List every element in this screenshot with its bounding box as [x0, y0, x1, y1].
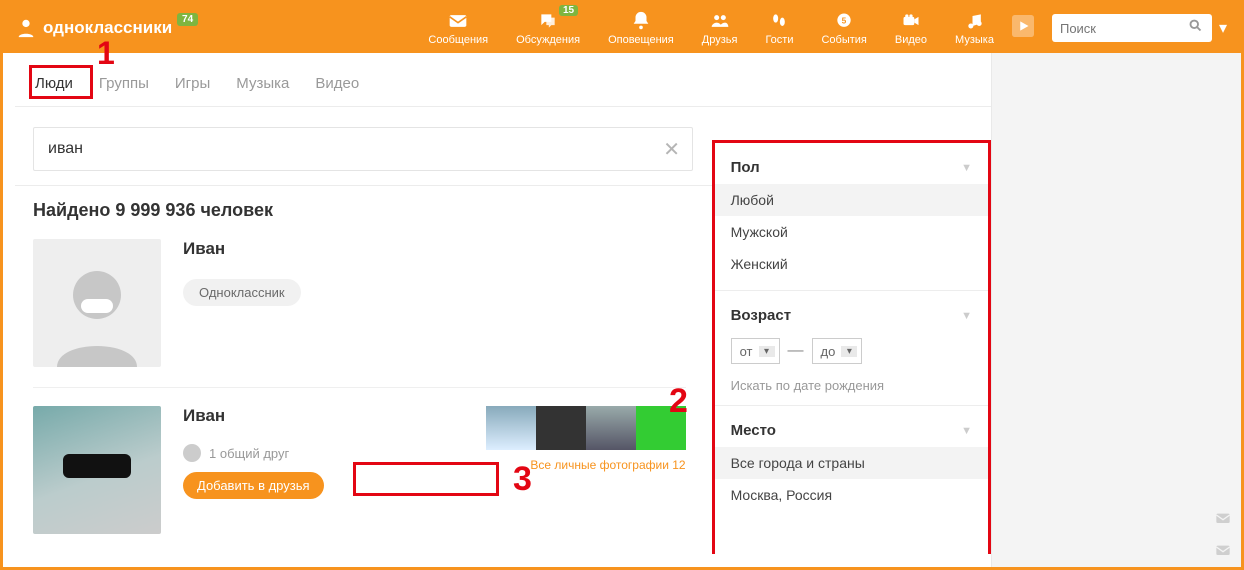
- main-search-box: ✕: [33, 127, 693, 171]
- filter-place-moscow[interactable]: Москва, Россия: [731, 479, 972, 511]
- result-card: Иван Одноклассник: [33, 233, 686, 388]
- play-icon[interactable]: [1012, 15, 1034, 42]
- chat-icon: [534, 10, 562, 32]
- nav-friends[interactable]: Друзья: [702, 10, 738, 46]
- photo-thumb[interactable]: [536, 406, 586, 450]
- chevron-down-icon: ▼: [961, 310, 972, 322]
- avatar[interactable]: [33, 406, 161, 534]
- friends-icon: [706, 10, 734, 32]
- avatar-placeholder[interactable]: [33, 239, 161, 367]
- chevron-down-icon: ▼: [961, 425, 972, 437]
- nav-events[interactable]: 5 События: [821, 10, 866, 46]
- add-friend-button[interactable]: Добавить в друзья: [183, 472, 324, 499]
- photo-thumb[interactable]: [636, 406, 686, 450]
- age-to-select[interactable]: до▾: [812, 338, 863, 364]
- tab-games[interactable]: Игры: [173, 71, 212, 96]
- filter-age-header[interactable]: Возраст ▼: [731, 303, 972, 332]
- nav-music[interactable]: Музыка: [955, 10, 994, 46]
- tab-people[interactable]: Люди: [33, 71, 75, 96]
- user-menu-caret-icon[interactable]: ▾: [1219, 18, 1227, 38]
- all-photos-link[interactable]: Все личные фотографии 12: [530, 458, 685, 472]
- age-from-select[interactable]: от▾: [731, 338, 780, 364]
- search-tabs: Люди Группы Игры Музыка Видео: [15, 53, 991, 107]
- nav-discussions[interactable]: 15 Обсуждения: [516, 10, 580, 46]
- photo-thumb[interactable]: [586, 406, 636, 450]
- chevron-down-icon: ▾: [759, 346, 775, 357]
- filter-place-header[interactable]: Место ▼: [731, 418, 972, 447]
- search-by-dob-link[interactable]: Искать по дате рождения: [731, 370, 972, 395]
- result-name[interactable]: Иван: [183, 239, 301, 259]
- mutual-avatar-icon: [183, 444, 201, 462]
- music-icon: [961, 10, 989, 32]
- message-icon[interactable]: [1213, 543, 1233, 557]
- filter-gender-any[interactable]: Любой: [715, 184, 988, 216]
- top-search: [1052, 14, 1203, 42]
- filters-panel: Пол ▼ Любой Мужской Женский Возраст ▼: [712, 140, 991, 554]
- events-icon: 5: [830, 10, 858, 32]
- nav-alerts[interactable]: Оповещения: [608, 10, 674, 46]
- filter-gender-header[interactable]: Пол ▼: [731, 155, 972, 184]
- logo-icon: [15, 17, 37, 39]
- bell-icon: [627, 10, 655, 32]
- chevron-down-icon: ▾: [841, 346, 857, 357]
- result-card: Иван 1 общий друг Добавить в друзья 3: [33, 388, 686, 554]
- nav-messages[interactable]: Сообщения: [428, 10, 488, 46]
- envelope-icon: [444, 10, 472, 32]
- top-nav: Сообщения 15 Обсуждения Оповещения Друзь…: [428, 10, 994, 46]
- results-count: Найдено 9 999 936 человек: [33, 200, 686, 221]
- nav-guests[interactable]: Гости: [765, 10, 793, 46]
- dash: —: [788, 342, 804, 360]
- filter-gender-female[interactable]: Женский: [731, 248, 972, 280]
- filter-place-all[interactable]: Все города и страны: [715, 447, 988, 479]
- logo[interactable]: одноклассники 74: [3, 17, 184, 39]
- chevron-down-icon: ▼: [961, 162, 972, 174]
- notifications-badge: 74: [177, 13, 198, 26]
- main-search-input[interactable]: [48, 140, 659, 158]
- filter-gender-male[interactable]: Мужской: [731, 216, 972, 248]
- message-icon[interactable]: [1213, 511, 1233, 525]
- top-bar: одноклассники 74 Сообщения 15 Обсуждения…: [3, 3, 1241, 53]
- photo-thumbnails: [486, 406, 686, 450]
- annotation-box-3: [353, 462, 499, 496]
- search-icon[interactable]: [1188, 18, 1203, 38]
- tab-music[interactable]: Музыка: [234, 71, 291, 96]
- nav-video[interactable]: Видео: [895, 10, 927, 46]
- annotation-3: 3: [513, 460, 532, 499]
- footsteps-icon: [765, 10, 793, 32]
- discussions-badge: 15: [559, 5, 578, 16]
- clear-icon[interactable]: ✕: [659, 137, 684, 162]
- brand-name: одноклассники: [43, 18, 172, 38]
- svg-text:5: 5: [842, 16, 847, 26]
- photo-thumb[interactable]: [486, 406, 536, 450]
- relation-chip[interactable]: Одноклассник: [183, 279, 301, 306]
- camera-icon: [897, 10, 925, 32]
- tab-video[interactable]: Видео: [313, 71, 361, 96]
- tab-groups[interactable]: Группы: [97, 71, 151, 96]
